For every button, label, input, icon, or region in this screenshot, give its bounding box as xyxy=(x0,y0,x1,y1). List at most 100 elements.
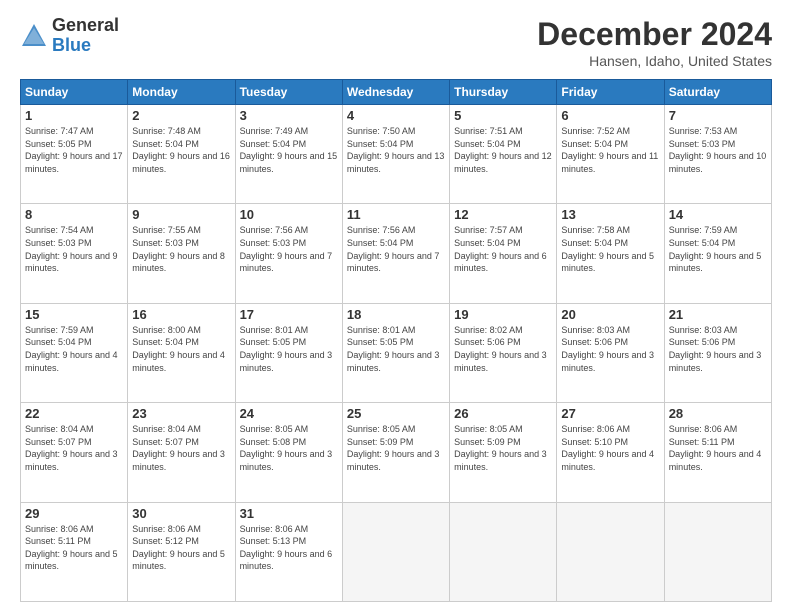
day-info: Sunrise: 7:59 AMSunset: 5:04 PMDaylight:… xyxy=(25,324,123,374)
day-info: Sunrise: 7:56 AMSunset: 5:04 PMDaylight:… xyxy=(347,224,445,274)
day-info: Sunrise: 8:06 AMSunset: 5:11 PMDaylight:… xyxy=(669,423,767,473)
calendar-page: General Blue December 2024 Hansen, Idaho… xyxy=(0,0,792,612)
day-number: 22 xyxy=(25,406,123,421)
calendar-week-row: 22 Sunrise: 8:04 AMSunset: 5:07 PMDayligh… xyxy=(21,403,772,502)
day-number: 6 xyxy=(561,108,659,123)
calendar-cell: 22 Sunrise: 8:04 AMSunset: 5:07 PMDayligh… xyxy=(21,403,128,502)
weekday-header-monday: Monday xyxy=(128,80,235,105)
day-number: 5 xyxy=(454,108,552,123)
day-number: 12 xyxy=(454,207,552,222)
day-info: Sunrise: 7:57 AMSunset: 5:04 PMDaylight:… xyxy=(454,224,552,274)
day-number: 16 xyxy=(132,307,230,322)
calendar-cell xyxy=(557,502,664,601)
day-number: 21 xyxy=(669,307,767,322)
day-number: 20 xyxy=(561,307,659,322)
day-info: Sunrise: 7:48 AMSunset: 5:04 PMDaylight:… xyxy=(132,125,230,175)
calendar-cell: 20 Sunrise: 8:03 AMSunset: 5:06 PMDayligh… xyxy=(557,303,664,402)
calendar-cell: 27Sunrise: 8:06 AMSunset: 5:10 PMDayligh… xyxy=(557,403,664,502)
calendar-week-row: 15 Sunrise: 7:59 AMSunset: 5:04 PMDayligh… xyxy=(21,303,772,402)
day-info: Sunrise: 7:56 AMSunset: 5:03 PMDaylight:… xyxy=(240,224,338,274)
day-info: Sunrise: 8:01 AMSunset: 5:05 PMDaylight:… xyxy=(240,324,338,374)
logo: General Blue xyxy=(20,16,119,56)
calendar-cell xyxy=(450,502,557,601)
day-info: Sunrise: 8:06 AMSunset: 5:13 PMDaylight:… xyxy=(240,523,338,573)
calendar-week-row: 1Sunrise: 7:47 AMSunset: 5:05 PMDaylight… xyxy=(21,105,772,204)
title-block: December 2024 Hansen, Idaho, United Stat… xyxy=(537,16,772,69)
day-number: 30 xyxy=(132,506,230,521)
calendar-cell: 15 Sunrise: 7:59 AMSunset: 5:04 PMDayligh… xyxy=(21,303,128,402)
day-number: 2 xyxy=(132,108,230,123)
day-info: Sunrise: 8:02 AMSunset: 5:06 PMDaylight:… xyxy=(454,324,552,374)
day-number: 29 xyxy=(25,506,123,521)
day-number: 7 xyxy=(669,108,767,123)
day-info: Sunrise: 8:00 AMSunset: 5:04 PMDaylight:… xyxy=(132,324,230,374)
weekday-header-wednesday: Wednesday xyxy=(342,80,449,105)
day-info: Sunrise: 7:50 AMSunset: 5:04 PMDaylight:… xyxy=(347,125,445,175)
calendar-cell: 23 Sunrise: 8:04 AMSunset: 5:07 PMDayligh… xyxy=(128,403,235,502)
day-info: Sunrise: 7:59 AMSunset: 5:04 PMDaylight:… xyxy=(669,224,767,274)
calendar-cell: 18 Sunrise: 8:01 AMSunset: 5:05 PMDayligh… xyxy=(342,303,449,402)
calendar-cell: 24 Sunrise: 8:05 AMSunset: 5:08 PMDayligh… xyxy=(235,403,342,502)
day-number: 1 xyxy=(25,108,123,123)
calendar-cell: 28Sunrise: 8:06 AMSunset: 5:11 PMDayligh… xyxy=(664,403,771,502)
calendar-cell: 5 Sunrise: 7:51 AMSunset: 5:04 PMDaylight… xyxy=(450,105,557,204)
calendar-cell: 9Sunrise: 7:55 AMSunset: 5:03 PMDaylight… xyxy=(128,204,235,303)
day-number: 18 xyxy=(347,307,445,322)
calendar-cell: 7Sunrise: 7:53 AMSunset: 5:03 PMDaylight… xyxy=(664,105,771,204)
day-info: Sunrise: 8:03 AMSunset: 5:06 PMDaylight:… xyxy=(669,324,767,374)
day-info: Sunrise: 8:05 AMSunset: 5:08 PMDaylight:… xyxy=(240,423,338,473)
calendar-cell: 21 Sunrise: 8:03 AMSunset: 5:06 PMDayligh… xyxy=(664,303,771,402)
day-info: Sunrise: 7:51 AMSunset: 5:04 PMDaylight:… xyxy=(454,125,552,175)
calendar-table: SundayMondayTuesdayWednesdayThursdayFrid… xyxy=(20,79,772,602)
calendar-cell xyxy=(664,502,771,601)
calendar-week-row: 29 Sunrise: 8:06 AMSunset: 5:11 PMDayligh… xyxy=(21,502,772,601)
calendar-cell: 3 Sunrise: 7:49 AMSunset: 5:04 PMDaylight… xyxy=(235,105,342,204)
day-info: Sunrise: 7:52 AMSunset: 5:04 PMDaylight:… xyxy=(561,125,659,175)
calendar-cell: 13Sunrise: 7:58 AMSunset: 5:04 PMDayligh… xyxy=(557,204,664,303)
calendar-header: SundayMondayTuesdayWednesdayThursdayFrid… xyxy=(21,80,772,105)
calendar-cell: 2 Sunrise: 7:48 AMSunset: 5:04 PMDaylight… xyxy=(128,105,235,204)
weekday-header-row: SundayMondayTuesdayWednesdayThursdayFrid… xyxy=(21,80,772,105)
day-info: Sunrise: 8:04 AMSunset: 5:07 PMDaylight:… xyxy=(132,423,230,473)
month-title: December 2024 xyxy=(537,16,772,53)
day-number: 3 xyxy=(240,108,338,123)
calendar-cell: 25 Sunrise: 8:05 AMSunset: 5:09 PMDayligh… xyxy=(342,403,449,502)
day-number: 23 xyxy=(132,406,230,421)
calendar-cell: 26 Sunrise: 8:05 AMSunset: 5:09 PMDayligh… xyxy=(450,403,557,502)
calendar-cell: 16 Sunrise: 8:00 AMSunset: 5:04 PMDayligh… xyxy=(128,303,235,402)
weekday-header-tuesday: Tuesday xyxy=(235,80,342,105)
day-info: Sunrise: 8:06 AMSunset: 5:10 PMDaylight:… xyxy=(561,423,659,473)
day-info: Sunrise: 8:04 AMSunset: 5:07 PMDaylight:… xyxy=(25,423,123,473)
calendar-cell: 30 Sunrise: 8:06 AMSunset: 5:12 PMDayligh… xyxy=(128,502,235,601)
weekday-header-thursday: Thursday xyxy=(450,80,557,105)
day-info: Sunrise: 8:06 AMSunset: 5:12 PMDaylight:… xyxy=(132,523,230,573)
calendar-cell: 31 Sunrise: 8:06 AMSunset: 5:13 PMDayligh… xyxy=(235,502,342,601)
day-number: 24 xyxy=(240,406,338,421)
day-number: 15 xyxy=(25,307,123,322)
day-info: Sunrise: 8:05 AMSunset: 5:09 PMDaylight:… xyxy=(454,423,552,473)
day-info: Sunrise: 8:06 AMSunset: 5:11 PMDaylight:… xyxy=(25,523,123,573)
weekday-header-saturday: Saturday xyxy=(664,80,771,105)
calendar-cell: 14Sunrise: 7:59 AMSunset: 5:04 PMDayligh… xyxy=(664,204,771,303)
calendar-cell: 11 Sunrise: 7:56 AMSunset: 5:04 PMDayligh… xyxy=(342,204,449,303)
day-info: Sunrise: 8:05 AMSunset: 5:09 PMDaylight:… xyxy=(347,423,445,473)
day-number: 8 xyxy=(25,207,123,222)
day-number: 25 xyxy=(347,406,445,421)
calendar-cell: 19 Sunrise: 8:02 AMSunset: 5:06 PMDayligh… xyxy=(450,303,557,402)
day-number: 10 xyxy=(240,207,338,222)
day-number: 26 xyxy=(454,406,552,421)
day-number: 19 xyxy=(454,307,552,322)
logo-blue-text: Blue xyxy=(52,36,119,56)
day-info: Sunrise: 8:01 AMSunset: 5:05 PMDaylight:… xyxy=(347,324,445,374)
calendar-cell: 1Sunrise: 7:47 AMSunset: 5:05 PMDaylight… xyxy=(21,105,128,204)
day-info: Sunrise: 8:03 AMSunset: 5:06 PMDaylight:… xyxy=(561,324,659,374)
day-number: 11 xyxy=(347,207,445,222)
day-number: 31 xyxy=(240,506,338,521)
day-number: 4 xyxy=(347,108,445,123)
calendar-cell: 4 Sunrise: 7:50 AMSunset: 5:04 PMDaylight… xyxy=(342,105,449,204)
calendar-cell: 17Sunrise: 8:01 AMSunset: 5:05 PMDayligh… xyxy=(235,303,342,402)
day-info: Sunrise: 7:49 AMSunset: 5:04 PMDaylight:… xyxy=(240,125,338,175)
calendar-cell: 12 Sunrise: 7:57 AMSunset: 5:04 PMDayligh… xyxy=(450,204,557,303)
page-header: General Blue December 2024 Hansen, Idaho… xyxy=(20,16,772,69)
calendar-cell: 8Sunrise: 7:54 AMSunset: 5:03 PMDaylight… xyxy=(21,204,128,303)
